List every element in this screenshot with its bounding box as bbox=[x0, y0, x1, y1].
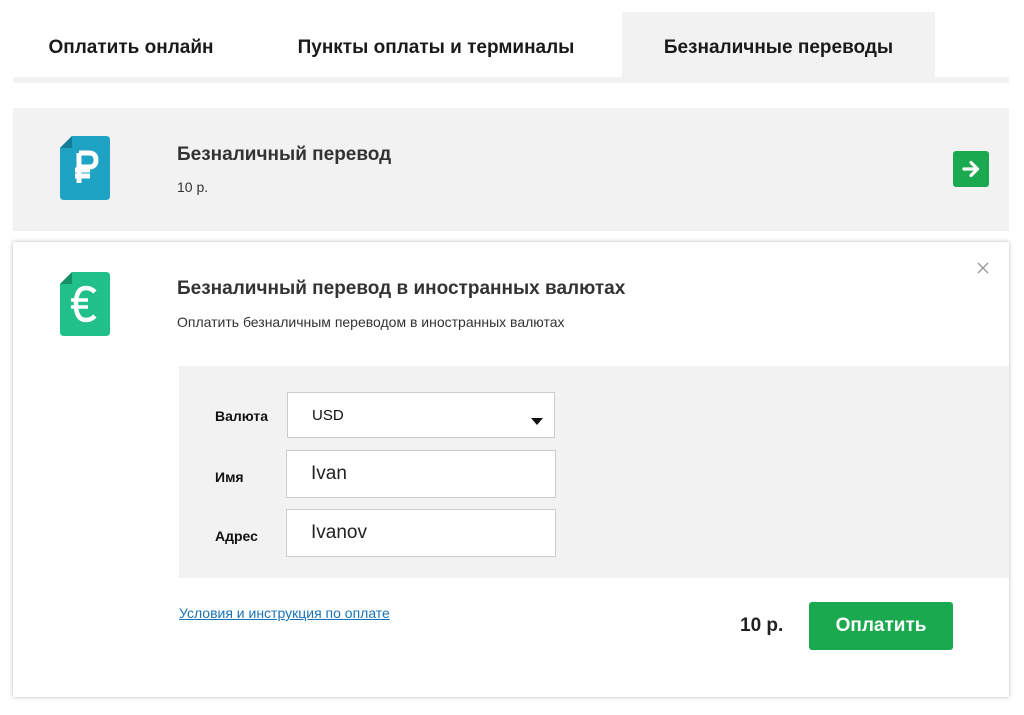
payment-method-tabs: Оплатить онлайн Пункты оплаты и терминал… bbox=[13, 12, 1009, 78]
currency-select[interactable]: USD bbox=[287, 392, 555, 438]
chevron-down-icon bbox=[531, 412, 543, 430]
close-icon[interactable] bbox=[976, 261, 990, 275]
pay-button[interactable]: Оплатить bbox=[809, 602, 953, 650]
total-amount: 10 р. bbox=[740, 615, 784, 636]
bank-transfer-card[interactable]: Безналичный перевод 10 р. bbox=[13, 108, 1009, 231]
foreign-currency-transfer-card: Безналичный перевод в иностранных валюта… bbox=[13, 242, 1009, 697]
name-label: Имя bbox=[215, 469, 244, 485]
currency-selected-value: USD bbox=[312, 407, 344, 424]
name-input[interactable] bbox=[286, 450, 556, 498]
card-title: Безналичный перевод в иностранных валюта… bbox=[177, 278, 626, 299]
address-label: Адрес bbox=[215, 528, 258, 544]
tab-payment-points-terminals[interactable]: Пункты оплаты и терминалы bbox=[265, 12, 607, 78]
transfer-form: Валюта USD Имя Адрес bbox=[179, 366, 1009, 578]
euro-document-icon bbox=[60, 272, 110, 336]
tab-pay-online[interactable]: Оплатить онлайн bbox=[13, 12, 249, 78]
card-amount: 10 р. bbox=[177, 179, 209, 195]
payment-terms-link[interactable]: Условия и инструкция по оплате bbox=[179, 605, 390, 621]
tab-bar-divider bbox=[13, 77, 1009, 83]
card-description: Оплатить безналичным переводом в иностра… bbox=[177, 314, 565, 330]
address-input[interactable] bbox=[286, 509, 556, 557]
card-title: Безналичный перевод bbox=[177, 144, 392, 165]
arrow-right-icon bbox=[962, 160, 980, 178]
open-transfer-button[interactable] bbox=[953, 151, 989, 187]
ruble-document-icon bbox=[60, 136, 110, 200]
tab-bank-transfers[interactable]: Безналичные переводы bbox=[622, 12, 935, 78]
currency-label: Валюта bbox=[215, 408, 269, 424]
